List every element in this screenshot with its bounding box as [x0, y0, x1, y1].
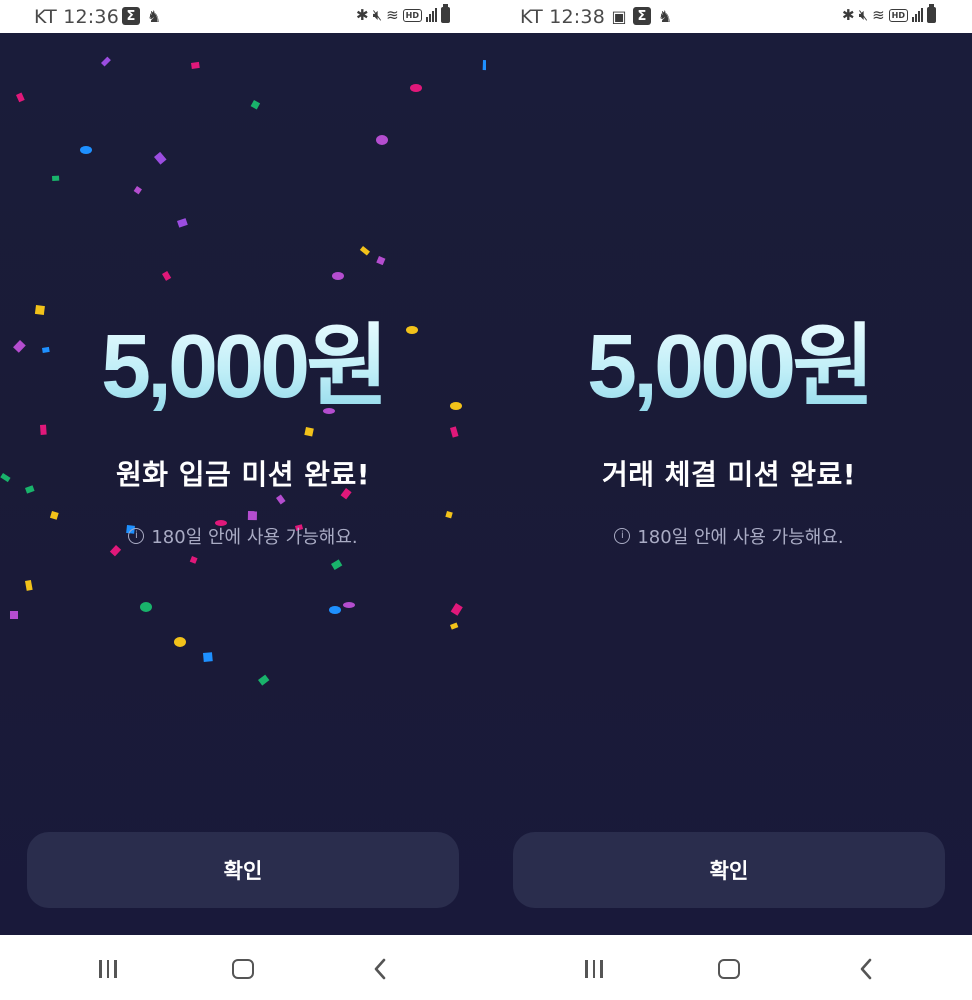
- info-icon: i: [128, 528, 145, 544]
- bluetooth-icon: ✱: [356, 6, 369, 24]
- confetti-piece: [10, 611, 18, 619]
- confetti-piece: [449, 426, 459, 438]
- confetti-piece: [258, 674, 270, 686]
- confetti-piece: [329, 606, 341, 614]
- status-time: KT 12:38: [520, 6, 605, 28]
- mute-icon: 🔇︎: [372, 6, 383, 24]
- recents-icon[interactable]: [95, 957, 121, 981]
- back-icon[interactable]: [853, 957, 879, 981]
- confetti-piece: [154, 151, 167, 165]
- fox-notification-icon: ♞: [146, 6, 162, 26]
- confetti-piece: [80, 146, 92, 154]
- wifi-icon: ≋: [872, 6, 885, 24]
- battery-icon: [927, 4, 936, 23]
- reward-content: 5,000원 거래 체결 미션 완료! i 180일 안에 사용 가능해요. 확…: [486, 33, 972, 935]
- confetti-piece: [304, 427, 314, 437]
- mission-complete-title: 거래 체결 미션 완료!: [601, 458, 857, 491]
- confetti-piece: [331, 559, 343, 571]
- confetti-piece: [250, 100, 261, 110]
- status-bar: KT 12:38 ▣ Σ ♞ ✱ 🔇︎ ≋ HD: [486, 0, 972, 33]
- confetti-piece: [133, 186, 142, 195]
- hd-badge-icon: HD: [888, 8, 908, 22]
- confetti-piece: [343, 602, 355, 608]
- signal-icon: [912, 8, 923, 22]
- reward-amount: 5,000원: [486, 317, 972, 417]
- confetti-piece: [189, 556, 198, 564]
- sigma-icon: Σ: [122, 7, 140, 25]
- confetti-piece: [140, 602, 152, 612]
- confetti-piece: [450, 602, 463, 616]
- status-bar: KT 12:36 Σ ♞ ✱ 🔇︎ ≋ HD: [0, 0, 486, 33]
- wifi-icon: ≋: [386, 6, 399, 24]
- info-icon: i: [614, 528, 631, 544]
- fox-notification-icon: ♞: [657, 6, 673, 26]
- confetti-piece: [15, 92, 25, 103]
- recents-icon[interactable]: [581, 957, 607, 981]
- confirm-button[interactable]: 확인: [27, 832, 459, 908]
- confetti-piece: [191, 61, 200, 69]
- phone-screen-1: KT 12:36 Σ ♞ ✱ 🔇︎ ≋ HD 5,000원 원화 입금 미션 완…: [0, 0, 486, 1000]
- navigation-bar: [0, 935, 486, 1000]
- confetti-piece: [34, 305, 45, 316]
- status-time: KT 12:36: [34, 6, 119, 28]
- confetti-piece: [445, 511, 453, 519]
- confetti-piece: [203, 652, 213, 662]
- home-icon[interactable]: [716, 957, 742, 981]
- confetti-piece: [276, 494, 286, 505]
- confetti-piece: [101, 56, 111, 67]
- sigma-icon: Σ: [633, 7, 651, 25]
- reward-content: 5,000원 원화 입금 미션 완료! i 180일 안에 사용 가능해요. 확…: [0, 33, 486, 935]
- mission-complete-title: 원화 입금 미션 완료!: [115, 458, 371, 491]
- confetti-piece: [450, 622, 459, 630]
- signal-icon: [426, 8, 437, 22]
- confetti-piece: [24, 579, 33, 591]
- validity-note-text: 180일 안에 사용 가능해요.: [637, 527, 844, 548]
- phone-screen-2: KT 12:38 ▣ Σ ♞ ✱ 🔇︎ ≋ HD 5,000원 거래 체결 미션…: [486, 0, 972, 1000]
- confetti-piece: [51, 175, 60, 181]
- screens-wrapper: KT 12:36 Σ ♞ ✱ 🔇︎ ≋ HD 5,000원 원화 입금 미션 완…: [0, 0, 972, 1000]
- mute-icon: 🔇︎: [858, 6, 869, 24]
- confetti-piece: [410, 84, 422, 92]
- status-left-icons: ▣ Σ ♞: [610, 6, 674, 26]
- confetti-piece: [174, 637, 186, 647]
- confetti-piece: [40, 424, 47, 435]
- back-icon[interactable]: [367, 957, 393, 981]
- validity-note-text: 180일 안에 사용 가능해요.: [151, 527, 358, 548]
- status-left-icons: Σ ♞: [122, 6, 163, 26]
- image-icon: ▣: [611, 6, 627, 26]
- confirm-button[interactable]: 확인: [513, 832, 945, 908]
- confetti-piece: [247, 510, 257, 521]
- reward-amount: 5,000원: [0, 317, 486, 417]
- bluetooth-icon: ✱: [842, 6, 855, 24]
- validity-note: i 180일 안에 사용 가능해요.: [0, 523, 486, 549]
- confetti-piece: [177, 218, 188, 228]
- confetti-piece: [162, 271, 172, 281]
- confetti-piece: [49, 510, 59, 520]
- status-right-icons: ✱ 🔇︎ ≋ HD: [356, 4, 450, 24]
- hd-badge-icon: HD: [402, 8, 422, 22]
- confetti-piece: [332, 272, 344, 280]
- validity-note: i 180일 안에 사용 가능해요.: [486, 523, 972, 549]
- home-icon[interactable]: [230, 957, 256, 981]
- status-right-icons: ✱ 🔇︎ ≋ HD: [842, 4, 936, 24]
- confetti-piece: [359, 246, 370, 256]
- navigation-bar: [486, 935, 972, 1000]
- confetti-piece: [376, 255, 386, 266]
- battery-icon: [441, 4, 450, 23]
- confetti-piece: [376, 135, 388, 145]
